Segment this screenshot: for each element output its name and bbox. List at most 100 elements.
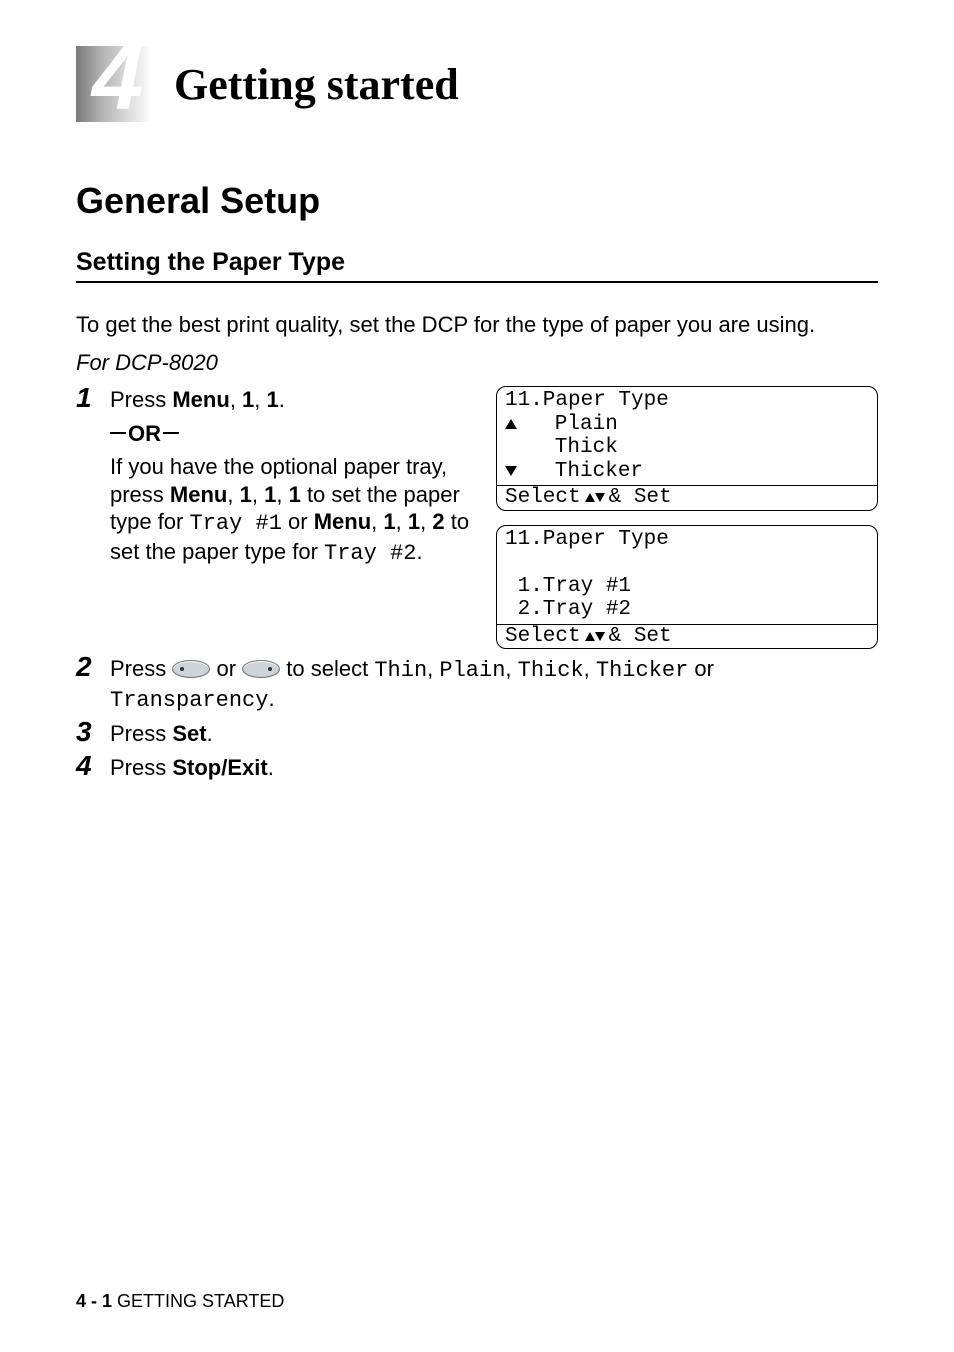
- lcd-row: 1.Tray #1: [497, 575, 877, 599]
- text: .: [279, 387, 285, 412]
- chapter-badge: 4: [76, 46, 152, 122]
- lcd-text: Thicker: [517, 460, 643, 484]
- chapter-title: Getting started: [174, 59, 459, 110]
- option-plain: Plain: [439, 658, 505, 683]
- text: ,: [505, 656, 517, 681]
- text: ,: [230, 387, 242, 412]
- step-1: 1 Press Menu, 1, 1. OR If you have the o…: [76, 386, 878, 649]
- text: ,: [254, 387, 266, 412]
- key-1: 1: [264, 482, 276, 507]
- option-thicker: Thicker: [596, 658, 688, 683]
- text: ,: [420, 509, 432, 534]
- option-thin: Thin: [374, 658, 427, 683]
- text: ,: [584, 656, 596, 681]
- lcd-row: Thick: [497, 436, 877, 460]
- steps-list: 1 Press Menu, 1, 1. OR If you have the o…: [76, 386, 878, 781]
- text: Press: [110, 755, 172, 780]
- step-3: 3 Press Set.: [76, 720, 878, 748]
- lcd-row: 2.Tray #2: [497, 598, 877, 622]
- text: .: [268, 686, 274, 711]
- lcd-text: 1.Tray #1: [505, 575, 631, 599]
- step-number: 1: [76, 384, 110, 412]
- nav-left-button-icon: [172, 660, 210, 678]
- step-2: 2 Press or to select Thin, Plain, Thick,…: [76, 655, 878, 714]
- lcd-select-row: Select & Set: [497, 624, 877, 649]
- updown-icon: [585, 493, 605, 502]
- lcd-text: 2.Tray #2: [505, 598, 631, 622]
- key-1: 1: [289, 482, 301, 507]
- step-number: 4: [76, 752, 110, 780]
- dash-icon: [110, 432, 126, 434]
- page-footer: 4 - 1 GETTING STARTED: [76, 1291, 284, 1312]
- text: ,: [427, 656, 439, 681]
- section-heading: General Setup: [76, 180, 878, 222]
- step-number: 2: [76, 653, 110, 681]
- key-1: 1: [242, 387, 254, 412]
- key-1: 1: [383, 509, 395, 534]
- page: 4 Getting started General Setup Setting …: [0, 0, 954, 1352]
- step-number: 3: [76, 718, 110, 746]
- or-separator: OR: [110, 420, 470, 448]
- text: ,: [396, 509, 408, 534]
- stop-exit-label: Stop/Exit: [172, 755, 267, 780]
- lcd-display-1: 11.Paper Type Plain Thick Thicker Select…: [496, 386, 878, 511]
- subsection-heading: Setting the Paper Type: [76, 248, 878, 277]
- key-2: 2: [432, 509, 444, 534]
- menu-label: Menu: [170, 482, 227, 507]
- lcd-select-text: Select: [505, 486, 581, 510]
- lcd-column: 11.Paper Type Plain Thick Thicker Select…: [496, 386, 878, 649]
- step-3-body: Press Set.: [110, 720, 878, 748]
- set-label: Set: [172, 721, 206, 746]
- step-4-body: Press Stop/Exit.: [110, 754, 878, 782]
- menu-label: Menu: [172, 387, 229, 412]
- nav-right-button-icon: [242, 660, 280, 678]
- text: ,: [276, 482, 288, 507]
- text: Press: [110, 721, 172, 746]
- key-1: 1: [267, 387, 279, 412]
- lcd-select-text: & Set: [609, 486, 672, 510]
- or-label: OR: [128, 420, 161, 448]
- tray-2-mono: Tray #2: [324, 541, 416, 566]
- chapter-header: 4 Getting started: [76, 46, 878, 122]
- lcd-text: Thick: [517, 436, 618, 460]
- dash-icon: [163, 432, 179, 434]
- lcd-blank: [497, 551, 877, 575]
- text: ,: [252, 482, 264, 507]
- triangle-down-icon: [505, 466, 517, 476]
- step-2-body: Press or to select Thin, Plain, Thick, T…: [110, 655, 878, 714]
- text: .: [416, 539, 422, 564]
- intro-text: To get the best print quality, set the D…: [76, 311, 878, 339]
- lcd-row: Thicker: [497, 460, 877, 484]
- option-transparency: Transparency: [110, 688, 268, 713]
- lcd-select-row: Select & Set: [497, 485, 877, 510]
- text: ,: [227, 482, 239, 507]
- text: Press: [110, 387, 172, 412]
- text: or: [282, 509, 314, 534]
- option-thick: Thick: [518, 658, 584, 683]
- lcd-title: 11.Paper Type: [497, 528, 877, 552]
- text: or: [688, 656, 714, 681]
- triangle-up-icon: [505, 419, 517, 429]
- text: .: [268, 755, 274, 780]
- footer-label: GETTING STARTED: [112, 1291, 284, 1311]
- lcd-row: Plain: [497, 413, 877, 437]
- key-1: 1: [408, 509, 420, 534]
- tray-1-mono: Tray #1: [189, 511, 281, 536]
- text: to select: [286, 656, 374, 681]
- step-4: 4 Press Stop/Exit.: [76, 754, 878, 782]
- text: Press: [110, 656, 172, 681]
- lcd-display-2: 11.Paper Type 1.Tray #1 2.Tray #2 Select…: [496, 525, 878, 650]
- step-1-body: Press Menu, 1, 1. OR If you have the opt…: [110, 386, 470, 567]
- subsection-wrap: Setting the Paper Type: [76, 248, 878, 283]
- text: .: [207, 721, 213, 746]
- text: ,: [371, 509, 383, 534]
- updown-icon: [585, 632, 605, 641]
- lcd-select-text: & Set: [609, 625, 672, 649]
- text: or: [216, 656, 242, 681]
- lcd-title: 11.Paper Type: [497, 389, 877, 413]
- key-1: 1: [240, 482, 252, 507]
- menu-label: Menu: [314, 509, 371, 534]
- lcd-select-text: Select: [505, 625, 581, 649]
- chapter-number: 4: [92, 32, 143, 124]
- page-number: 4 - 1: [76, 1291, 112, 1311]
